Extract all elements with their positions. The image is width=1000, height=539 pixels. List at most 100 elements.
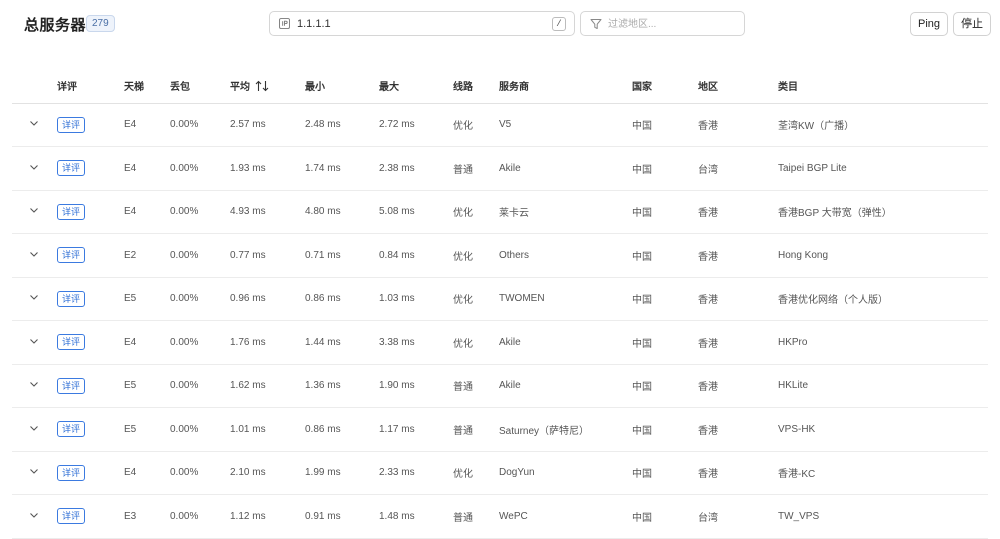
cell-category: Taipei BGP Lite — [778, 162, 847, 174]
column-header-category[interactable]: 类目 — [778, 68, 988, 103]
column-header-max[interactable]: 最大 — [379, 68, 453, 103]
cell-region: 香港 — [698, 295, 718, 307]
detail-button[interactable]: 详评 — [57, 334, 86, 351]
detail-button[interactable]: 详评 — [57, 464, 86, 481]
table-row[interactable]: 详评 E4 0.00% 4.93 ms 4.80 ms 5.08 ms 优化 莱卡云 中国 香港 香… — [12, 190, 988, 234]
column-header-provider[interactable]: 服务商 — [499, 68, 632, 103]
search-box[interactable]: / — [269, 11, 575, 36]
detail-button[interactable]: 详评 — [57, 203, 86, 220]
server-table-container: 详评 天梯 丢包 平均 最小 最大 线路 服务商 国家 地区 类目 详评 E4 0.… — [12, 68, 988, 539]
table-header-row: 详评 天梯 丢包 平均 最小 最大 线路 服务商 国家 地区 类目 — [12, 68, 988, 103]
detail-button[interactable]: 详评 — [57, 508, 86, 525]
detail-button[interactable]: 详评 — [57, 290, 86, 307]
chevron-down-icon[interactable] — [29, 162, 39, 172]
column-header-loss[interactable]: 丢包 — [170, 68, 230, 103]
cell-loss: 0.00% — [170, 293, 199, 305]
cell-max: 1.03 ms — [379, 293, 415, 305]
chevron-down-icon[interactable] — [29, 423, 39, 433]
detail-button[interactable]: 详评 — [57, 247, 86, 264]
cell-min: 0.91 ms — [305, 510, 341, 522]
cell-tier: E5 — [124, 380, 137, 392]
filter-box[interactable] — [580, 11, 745, 36]
table-row[interactable]: 详评 E5 0.00% 1.62 ms 1.36 ms 1.90 ms 普通 Akile 中国 香… — [12, 364, 988, 408]
detail-cell: 详评 — [57, 103, 124, 147]
chevron-down-icon[interactable] — [29, 249, 39, 259]
table-body: 详评 E4 0.00% 2.57 ms 2.48 ms 2.72 ms 优化 V5 中国 香港 荃湾… — [12, 103, 988, 538]
detail-button[interactable]: 详评 — [57, 377, 86, 394]
cell-tier: E4 — [124, 162, 137, 174]
column-header-tier[interactable]: 天梯 — [124, 68, 170, 103]
search-input[interactable] — [297, 15, 537, 33]
shortcut-key-hint: / — [552, 17, 566, 31]
column-header-region[interactable]: 地区 — [698, 68, 778, 103]
region-filter-input[interactable] — [608, 15, 738, 33]
chevron-down-icon[interactable] — [29, 336, 39, 346]
cell-avg: 2.57 ms — [230, 119, 266, 131]
table-row[interactable]: 详评 E4 0.00% 2.57 ms 2.48 ms 2.72 ms 优化 V5 中国 香港 荃湾… — [12, 103, 988, 147]
cell-max: 1.48 ms — [379, 510, 415, 522]
cell-region: 香港 — [698, 208, 718, 220]
cell-route: 优化 — [453, 121, 473, 133]
chevron-down-icon[interactable] — [29, 292, 39, 302]
expand-cell[interactable] — [12, 234, 57, 278]
table-row[interactable]: 详评 E3 0.00% 1.12 ms 0.91 ms 1.48 ms 普通 WePC 中国 台湾… — [12, 495, 988, 539]
column-header-avg[interactable]: 平均 — [230, 68, 305, 103]
cell-category: TW_VPS — [778, 510, 820, 522]
expand-cell[interactable] — [12, 277, 57, 321]
chevron-down-icon[interactable] — [29, 379, 39, 389]
table-row[interactable]: 详评 E5 0.00% 1.01 ms 0.86 ms 1.17 ms 普通 Saturney… — [12, 408, 988, 452]
cell-max: 1.17 ms — [379, 423, 415, 435]
cell-provider: Akile — [499, 336, 521, 348]
cell-loss: 0.00% — [170, 206, 199, 218]
stop-button[interactable]: 停止 — [953, 12, 991, 36]
cell-max: 2.33 ms — [379, 467, 415, 479]
cell-tier: E5 — [124, 293, 137, 305]
cell-route: 普通 — [453, 164, 473, 176]
cell-provider: 莱卡云 — [499, 208, 529, 220]
table-row[interactable]: 详评 E4 0.00% 1.93 ms 1.74 ms 2.38 ms 普通 Akile 中国 台… — [12, 147, 988, 191]
expand-cell[interactable] — [12, 321, 57, 365]
chevron-down-icon[interactable] — [29, 510, 39, 520]
cell-avg: 1.12 ms — [230, 510, 266, 522]
cell-max: 0.84 ms — [379, 249, 415, 261]
cell-country: 中国 — [632, 469, 652, 481]
sort-arrows-icon[interactable] — [255, 80, 269, 92]
cell-country: 中国 — [632, 164, 652, 176]
expand-cell[interactable] — [12, 103, 57, 147]
column-header-min[interactable]: 最小 — [305, 68, 379, 103]
cell-max: 1.90 ms — [379, 380, 415, 392]
detail-cell: 详评 — [57, 234, 124, 278]
cell-route: 优化 — [453, 469, 473, 481]
detail-button[interactable]: 详评 — [57, 116, 86, 133]
expand-cell[interactable] — [12, 364, 57, 408]
cell-country: 中国 — [632, 251, 652, 263]
column-header-country[interactable]: 国家 — [632, 68, 698, 103]
table-row[interactable]: 详评 E5 0.00% 0.96 ms 0.86 ms 1.03 ms 优化 TWOMEN 中国… — [12, 277, 988, 321]
expand-cell[interactable] — [12, 190, 57, 234]
expand-cell[interactable] — [12, 495, 57, 539]
chevron-down-icon[interactable] — [29, 118, 39, 128]
detail-button[interactable]: 详评 — [57, 421, 86, 438]
table-row[interactable]: 详评 E2 0.00% 0.77 ms 0.71 ms 0.84 ms 优化 Others 中国… — [12, 234, 988, 278]
chevron-down-icon[interactable] — [29, 205, 39, 215]
expand-cell[interactable] — [12, 451, 57, 495]
cell-provider: Akile — [499, 162, 521, 174]
expand-cell[interactable] — [12, 408, 57, 452]
table-row[interactable]: 详评 E4 0.00% 2.10 ms 1.99 ms 2.33 ms 优化 DogYun 中国… — [12, 451, 988, 495]
detail-button[interactable]: 详评 — [57, 160, 86, 177]
cell-category: 荃湾KW（广播） — [778, 121, 855, 133]
expand-cell[interactable] — [12, 147, 57, 191]
column-header-route[interactable]: 线路 — [453, 68, 499, 103]
cell-max: 5.08 ms — [379, 206, 415, 218]
cell-route: 普通 — [453, 425, 473, 437]
server-table: 详评 天梯 丢包 平均 最小 最大 线路 服务商 国家 地区 类目 详评 E4 0.… — [12, 68, 988, 539]
chevron-down-icon[interactable] — [29, 466, 39, 476]
table-row[interactable]: 详评 E4 0.00% 1.76 ms 1.44 ms 3.38 ms 优化 Akile 中国 香… — [12, 321, 988, 365]
cell-route: 优化 — [453, 251, 473, 263]
cell-avg: 1.76 ms — [230, 336, 266, 348]
cell-region: 香港 — [698, 251, 718, 263]
cell-provider: Akile — [499, 380, 521, 392]
column-header-avg-label: 平均 — [230, 81, 250, 93]
cell-min: 1.74 ms — [305, 162, 341, 174]
ping-button[interactable]: Ping — [910, 12, 949, 36]
